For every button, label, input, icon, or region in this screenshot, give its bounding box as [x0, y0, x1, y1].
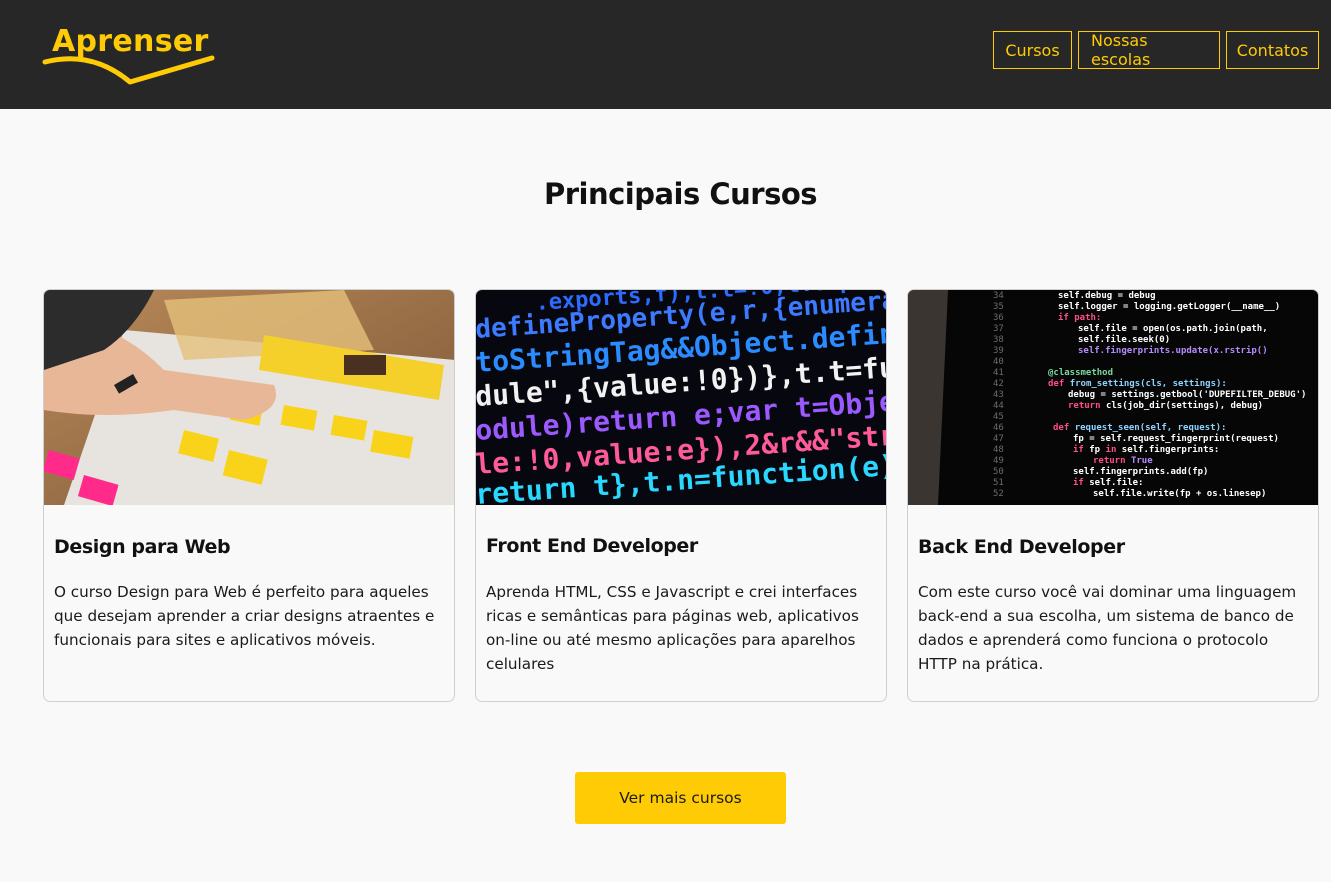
course-card-frontend[interactable]: .exports,f),t.l=!0,t.exports definePrope… [475, 289, 887, 702]
svg-text:42: 42 [993, 379, 1004, 389]
svg-text:@classmethod: @classmethod [1048, 368, 1113, 378]
main-nav: Cursos Nossas escolas Contatos [993, 31, 1319, 69]
course-image-frontend: .exports,f),t.l=!0,t.exports definePrope… [476, 290, 886, 505]
course-card-backend[interactable]: 34 35 36 37 38 39 40 41 42 43 44 45 46 47 48 49 50 5… [907, 289, 1319, 702]
course-title: Design para Web [54, 536, 231, 558]
svg-text:45: 45 [993, 412, 1004, 422]
course-description: O curso Design para Web é perfeito para … [54, 583, 435, 649]
svg-text:38: 38 [993, 335, 1004, 345]
nav-escolas-button[interactable]: Nossas escolas [1078, 31, 1220, 69]
svg-text:debug = settings.getbool('DUPE: debug = settings.getbool('DUPEFILTER_DEB… [1068, 389, 1306, 400]
nav-contatos-button[interactable]: Contatos [1226, 31, 1319, 69]
logo[interactable]: Aprenser [42, 24, 217, 92]
course-description: Aprenda HTML, CSS e Javascript e crei in… [486, 583, 859, 673]
svg-text:52: 52 [993, 489, 1004, 499]
svg-text:40: 40 [993, 357, 1004, 367]
site-header: Aprenser Cursos Nossas escolas Contatos [0, 0, 1331, 109]
svg-text:def from_settings(cls, setting: def from_settings(cls, settings): [1048, 378, 1227, 389]
svg-text:def request_seen(self, request: def request_seen(self, request): [1053, 423, 1226, 433]
svg-text:37: 37 [993, 324, 1004, 334]
svg-text:48: 48 [993, 445, 1004, 455]
svg-text:36: 36 [993, 313, 1004, 323]
svg-text:47: 47 [993, 434, 1004, 444]
svg-text:return True: return True [1093, 456, 1153, 466]
section-title: Principais Cursos [543, 177, 818, 211]
svg-text:self.fingerprints.update(x.rst: self.fingerprints.update(x.rstrip() [1078, 345, 1268, 356]
svg-text:39: 39 [993, 346, 1004, 356]
svg-text:self.file.seek(0): self.file.seek(0) [1078, 334, 1170, 345]
svg-text:34: 34 [993, 291, 1004, 301]
course-image-backend: 34 35 36 37 38 39 40 41 42 43 44 45 46 47 48 49 50 5… [908, 290, 1318, 505]
course-image-design [44, 290, 454, 505]
course-title: Front End Developer [486, 535, 698, 557]
nav-cursos-button[interactable]: Cursos [993, 31, 1072, 69]
svg-text:51: 51 [993, 478, 1004, 488]
course-card-design[interactable]: Design para Web O curso Design para Web … [43, 289, 455, 702]
svg-text:35: 35 [993, 302, 1004, 312]
svg-text:if fp in self.fingerprints:: if fp in self.fingerprints: [1073, 444, 1219, 455]
svg-text:49: 49 [993, 456, 1004, 466]
course-title: Back End Developer [918, 536, 1125, 558]
svg-text:50: 50 [993, 467, 1004, 477]
svg-text:self.file.write(fp + os.linese: self.file.write(fp + os.linesep) [1093, 488, 1266, 499]
svg-text:self.debug = debug: self.debug = debug [1058, 291, 1156, 301]
svg-text:if path:: if path: [1058, 312, 1101, 323]
svg-text:self.logger = logging.getLogge: self.logger = logging.getLogger(__name__… [1058, 301, 1280, 312]
svg-text:fp = self.request_fingerprint(: fp = self.request_fingerprint(request) [1073, 433, 1279, 444]
course-description: Com este curso você vai dominar uma ling… [918, 583, 1297, 673]
logo-smile-swoosh [42, 55, 215, 85]
svg-text:self.file = open(os.path.join(: self.file = open(os.path.join(path, [1078, 323, 1268, 334]
svg-text:self.fingerprints.add(fp): self.fingerprints.add(fp) [1073, 466, 1208, 477]
svg-text:if self.file:: if self.file: [1073, 477, 1143, 488]
svg-text:43: 43 [993, 390, 1004, 400]
svg-text:44: 44 [993, 401, 1004, 411]
svg-text:return cls(job_dir(settings),: return cls(job_dir(settings), debug) [1068, 400, 1263, 411]
more-courses-button[interactable]: Ver mais cursos [575, 772, 786, 824]
svg-text:41: 41 [993, 368, 1004, 378]
svg-text:46: 46 [993, 423, 1004, 433]
